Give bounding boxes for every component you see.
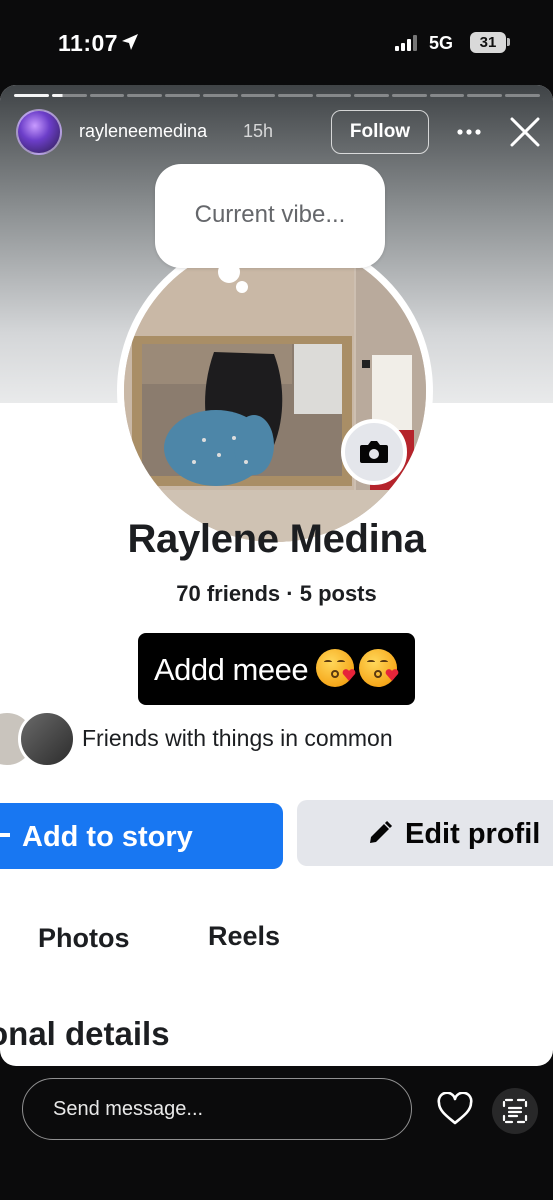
camera-icon [360, 441, 388, 463]
story-author-avatar[interactable] [16, 109, 62, 155]
mutual-friends-avatars[interactable] [0, 710, 78, 770]
status-time: 11:07 [58, 30, 119, 56]
share-icon[interactable] [492, 1088, 538, 1134]
change-photo-button[interactable] [341, 419, 407, 485]
profile-photo-illustration [124, 240, 426, 542]
follow-button[interactable]: Follow [331, 110, 429, 154]
progress-segment [14, 94, 49, 97]
close-icon[interactable] [508, 115, 542, 149]
edit-profile-label: Edit profil [405, 818, 541, 850]
profile-picture[interactable] [124, 240, 426, 542]
like-heart-icon[interactable] [436, 1092, 474, 1126]
story-frame[interactable]: rayleneemedina 15h Follow Current vibe..… [0, 85, 553, 1066]
plus-icon [0, 833, 10, 837]
kissing-heart-emoji [316, 649, 356, 687]
progress-segment [316, 94, 352, 97]
note-bubble-tail-small [236, 281, 248, 293]
add-to-story-label: Add to story [22, 821, 193, 853]
share-glyph [502, 1098, 528, 1124]
pencil-icon [370, 820, 393, 843]
message-placeholder: Send message... [53, 1098, 204, 1120]
avatar [18, 710, 76, 768]
story-progress-bar [14, 94, 540, 97]
progress-segment [429, 94, 465, 97]
progress-segment [202, 94, 238, 97]
cellular-signal-icon [395, 35, 417, 51]
note-bubble-tail [218, 261, 240, 283]
network-type: 5G [429, 33, 454, 53]
progress-segment [165, 94, 200, 97]
progress-segment [354, 94, 389, 97]
progress-segment [278, 94, 314, 97]
location-arrow-icon [122, 34, 138, 50]
mutual-friends-text[interactable]: Friends with things in common [82, 725, 393, 752]
progress-segment [127, 94, 163, 97]
section-title: onal details [0, 1015, 170, 1052]
status-bar: 11:07 5G 31 [0, 0, 553, 88]
progress-segment [89, 94, 125, 97]
progress-segment [467, 94, 503, 97]
send-message-input[interactable]: Send message... [22, 1078, 412, 1140]
progress-segment [240, 94, 276, 97]
add-to-story-button[interactable]: Add to story [0, 803, 283, 869]
profile-name: Raylene Medina [127, 517, 426, 561]
profile-bio: Addd meee [138, 633, 415, 705]
story-age: 15h [243, 121, 274, 141]
progress-segment [391, 94, 427, 97]
battery-cap [507, 38, 510, 46]
tab-reels[interactable]: Reels [208, 921, 280, 952]
progress-segment [51, 94, 87, 97]
tab-photos[interactable]: Photos [38, 923, 130, 954]
battery-indicator: 31 [470, 32, 506, 53]
bio-text: Addd meee [154, 652, 309, 687]
kissing-heart-emoji [359, 649, 399, 687]
profile-stats[interactable]: 70 friends · 5 posts [0, 581, 553, 607]
note-text: Current vibe... [194, 201, 346, 228]
edit-profile-button[interactable]: Edit profil [297, 800, 553, 866]
progress-segment [505, 94, 540, 97]
note-bubble[interactable]: Current vibe... [155, 164, 385, 268]
more-options-icon[interactable] [454, 117, 484, 147]
story-username[interactable]: rayleneemedina [79, 121, 207, 142]
